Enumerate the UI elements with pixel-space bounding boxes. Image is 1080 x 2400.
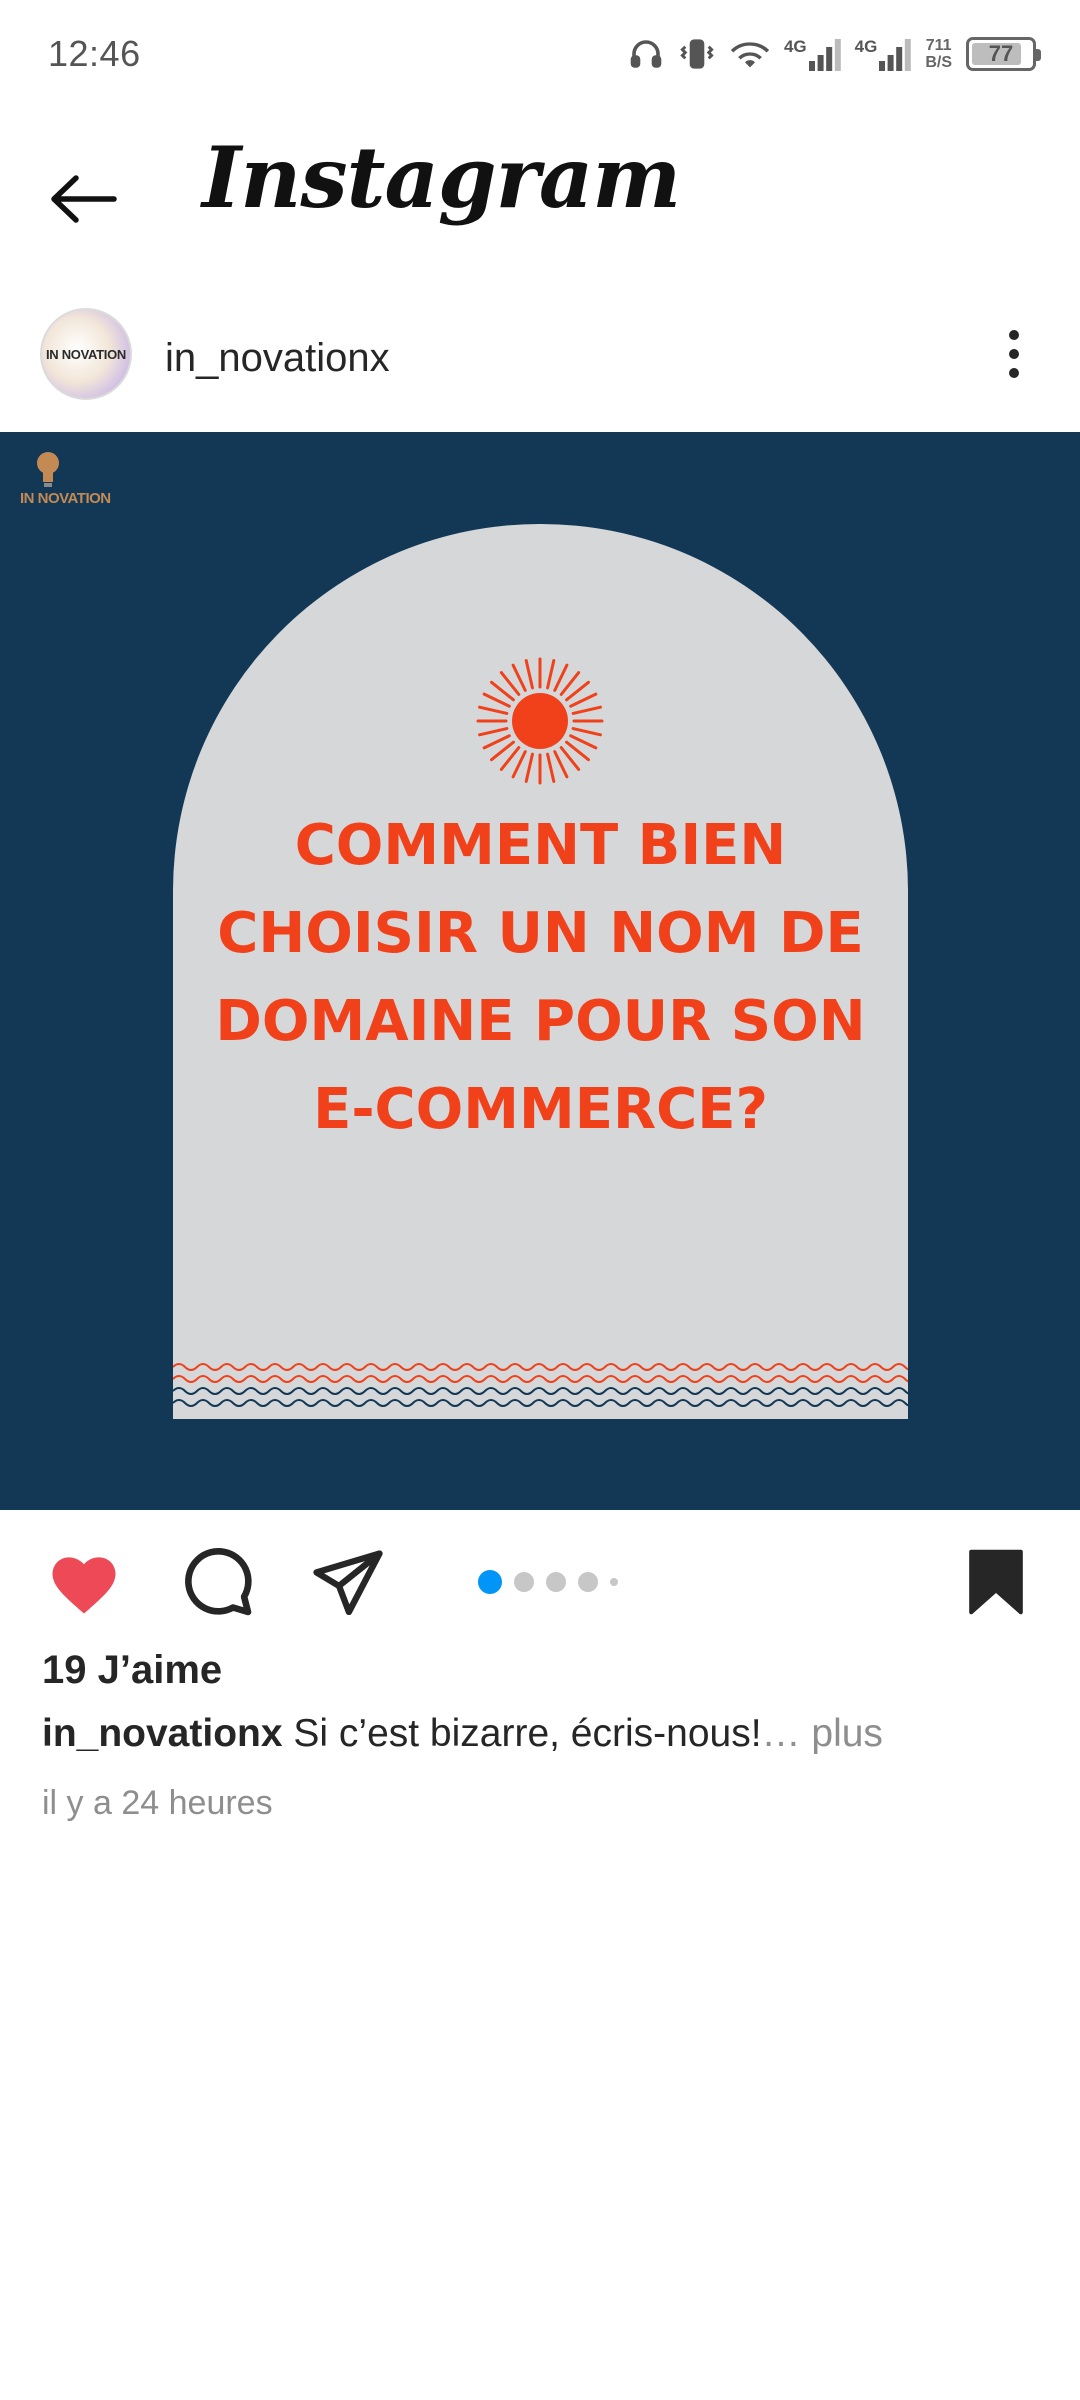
heart-filled-icon bbox=[52, 1557, 116, 1614]
brand-text: IN NOVATION bbox=[20, 490, 111, 507]
likes-count[interactable]: 19 J’aime bbox=[42, 1648, 222, 1693]
post-headline: COMMENT BIEN CHOISIR UN NOM DE DOMAINE P… bbox=[173, 802, 908, 1154]
status-bar: 12:46 4G 4G 711 B/S 77 bbox=[0, 0, 1080, 108]
status-time: 12:46 bbox=[48, 33, 141, 74]
carousel-indicator bbox=[478, 1570, 618, 1594]
signal-icon bbox=[808, 39, 841, 71]
signal-icon-2 bbox=[879, 39, 912, 71]
post-timestamp: il y a 24 heures bbox=[42, 1784, 273, 1822]
caption-username[interactable]: in_novationx bbox=[42, 1712, 283, 1755]
instagram-logo: Instagram bbox=[202, 128, 681, 227]
carousel-dot bbox=[514, 1572, 534, 1592]
app-header: Instagram bbox=[0, 108, 1080, 278]
more-vertical-icon bbox=[1009, 330, 1019, 340]
battery-icon: 77 bbox=[966, 37, 1041, 71]
sun-icon bbox=[476, 657, 604, 785]
post-header: IN NOVATION in_novationx bbox=[0, 300, 1080, 422]
post-username[interactable]: in_novationx bbox=[165, 336, 390, 381]
carousel-dot-active bbox=[478, 1570, 502, 1594]
battery-percent: 77 bbox=[988, 41, 1014, 66]
network-speed: 711 B/S bbox=[925, 37, 952, 71]
carousel-dot bbox=[610, 1578, 618, 1586]
lightbulb-icon bbox=[37, 452, 59, 487]
comment-icon bbox=[185, 1548, 252, 1616]
avatar[interactable]: IN NOVATION bbox=[40, 308, 132, 400]
brand-mark: IN NOVATION bbox=[20, 450, 150, 530]
network-type-1: 4G bbox=[783, 37, 807, 56]
vibrate-icon bbox=[680, 39, 714, 69]
headphones-icon bbox=[630, 40, 662, 68]
save-button[interactable] bbox=[954, 1540, 1038, 1624]
avatar-text: IN NOVATION bbox=[46, 346, 126, 362]
wifi-icon bbox=[730, 42, 770, 68]
headline-line: COMMENT BIEN bbox=[294, 813, 787, 878]
like-button[interactable] bbox=[42, 1540, 126, 1624]
arch-card: COMMENT BIEN CHOISIR UN NOM DE DOMAINE P… bbox=[173, 524, 908, 1419]
post-caption[interactable]: in_novationx Si c’est bizarre, écris-nou… bbox=[42, 1712, 883, 1756]
carousel-dot bbox=[546, 1572, 566, 1592]
carousel-dot bbox=[578, 1572, 598, 1592]
network-speed-value: 711 bbox=[925, 37, 952, 54]
caption-more-link[interactable]: … plus bbox=[762, 1712, 883, 1755]
back-button[interactable] bbox=[44, 160, 122, 238]
comment-button[interactable] bbox=[176, 1540, 260, 1624]
share-button[interactable] bbox=[306, 1540, 390, 1624]
caption-text: Si c’est bizarre, écris-nous! bbox=[293, 1712, 762, 1755]
network-type-2: 4G bbox=[854, 37, 878, 56]
more-options-button[interactable] bbox=[990, 322, 1038, 386]
network-speed-unit: B/S bbox=[925, 54, 952, 71]
wave-decoration bbox=[173, 1363, 908, 1407]
paper-plane-icon bbox=[313, 1550, 383, 1615]
arrow-left-icon bbox=[51, 175, 117, 223]
headline-line: DOMAINE POUR SON bbox=[215, 989, 866, 1054]
post-actions bbox=[0, 1510, 1080, 1650]
bookmark-filled-icon bbox=[969, 1549, 1023, 1615]
headline-line: CHOISIR UN NOM DE bbox=[217, 901, 864, 966]
post-image[interactable]: IN NOVATION COMMENT BIEN CHOISIR UN NOM … bbox=[0, 432, 1080, 1510]
headline-line: E-COMMERCE? bbox=[313, 1077, 768, 1142]
status-icons: 4G 4G 711 B/S 77 bbox=[628, 36, 1041, 72]
